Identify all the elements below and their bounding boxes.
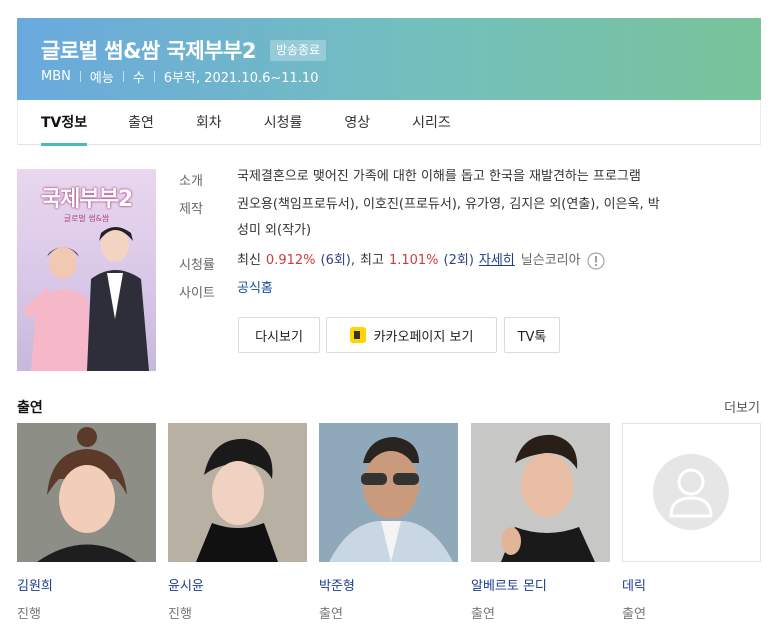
ratings-best-value: 1.101% [388,253,439,268]
cast-role: 진행 [168,607,192,622]
cast-portrait-illustration [319,423,458,562]
cast-photo[interactable] [319,423,458,562]
rewatch-button[interactable]: 다시보기 [238,317,320,353]
cast-photo[interactable] [17,423,156,562]
tv-talk-button[interactable]: TV톡 [504,317,560,353]
intro-label: 소개 [179,174,203,189]
kakao-page-icon [349,327,366,343]
cast-card[interactable]: 김원희 진행 [17,423,156,622]
production-label: 제작 [179,202,203,217]
ratings-best-prefix: 최고 [360,253,384,268]
tv-talk-button-label: TV톡 [517,329,547,345]
official-site-link[interactable]: 공식홈 [237,276,273,302]
ratings-source: 닐슨코리아 [520,253,581,268]
ratings-latest-prefix: 최신 [237,253,261,268]
tab-series[interactable]: 시리즈 [412,100,451,145]
tab-ratings[interactable]: 시청률 [264,100,303,145]
cast-photo[interactable] [471,423,610,562]
meta-divider [79,71,81,82]
cast-role: 출연 [471,607,495,622]
meta-day: 수 [132,71,145,86]
tab-episodes[interactable]: 회차 [196,100,222,145]
site-label: 사이트 [179,286,215,301]
rewatch-button-label: 다시보기 [255,329,303,345]
cast-name[interactable]: 윤시윤 [168,575,307,594]
ratings-latest-value: 0.912% [265,253,316,268]
status-badge: 방송종료 [269,39,327,61]
production-line-1: 권오용(책임프로듀서), 이호진(프로듀서), 유가영, 김지은 외(연출), … [237,197,660,212]
cast-role: 진행 [17,607,41,622]
cast-card[interactable]: 알베르토 몬디 출연 [471,423,610,622]
program-meta: MBN 예능 수 6부작, 2021.10.6~11.10 [41,67,318,86]
kakao-page-button-label: 카카오페이지 보기 [373,329,474,345]
kakao-page-button[interactable]: 카카오페이지 보기 [326,317,497,353]
cast-photo[interactable] [168,423,307,562]
ratings-best-episode: (2회) [443,253,474,268]
program-header: 글로벌 썸&쌈 국제부부2 방송종료 MBN 예능 수 6부작, 2021.10… [17,18,761,100]
meta-divider [122,71,124,82]
program-poster[interactable]: 국제부부2 글로벌 썸&쌈 [17,169,156,371]
intro-text: 국제결혼으로 맺어진 가족에 대한 이해를 돕고 한국을 재발견하는 프로그램 [237,169,641,184]
cast-card[interactable]: 데릭 출연 [622,423,761,622]
cast-card[interactable]: 박준형 출연 [319,423,458,622]
tab-cast[interactable]: 출연 [128,100,154,145]
tab-bar: TV정보 출연 회차 시청률 영상 시리즈 [17,100,761,146]
meta-channel: MBN [41,69,71,84]
ratings-row: 최신 0.912% (6회), 최고 1.101% (2회) 자세히 닐슨코리아 [237,248,605,274]
meta-divider [153,71,155,82]
ratings-detail-link[interactable]: 자세히 [479,248,515,274]
production-line-2: 성미 외(작가) [237,223,312,238]
cast-role: 출연 [622,607,646,622]
cast-name[interactable]: 김원희 [17,575,156,594]
more-link[interactable]: 더보기 [724,397,760,416]
cast-portrait-illustration [471,423,610,562]
cast-portrait-illustration [17,423,156,562]
info-icon[interactable] [586,252,605,270]
cast-portrait-illustration [168,423,307,562]
cast-name[interactable]: 데릭 [622,575,761,594]
tab-tv-info[interactable]: TV정보 [41,100,88,146]
cast-role: 출연 [319,607,343,622]
meta-schedule: 6부작, 2021.10.6~11.10 [163,71,319,86]
cast-name[interactable]: 박준형 [319,575,458,594]
poster-illustration [23,227,149,371]
meta-genre: 예능 [89,71,114,86]
title-row: 글로벌 썸&쌈 국제부부2 방송종료 [41,35,327,65]
cast-card[interactable]: 윤시윤 진행 [168,423,307,622]
ratings-label: 시청률 [179,258,215,273]
cast-name[interactable]: 알베르토 몬디 [471,575,610,594]
default-profile-icon [653,454,729,530]
tab-videos[interactable]: 영상 [344,100,370,145]
program-title: 글로벌 썸&쌈 국제부부2 [41,39,256,63]
cast-photo-placeholder[interactable] [622,423,761,562]
cast-section-title: 출연 [17,400,43,416]
ratings-latest-episode: (6회), [320,253,356,268]
